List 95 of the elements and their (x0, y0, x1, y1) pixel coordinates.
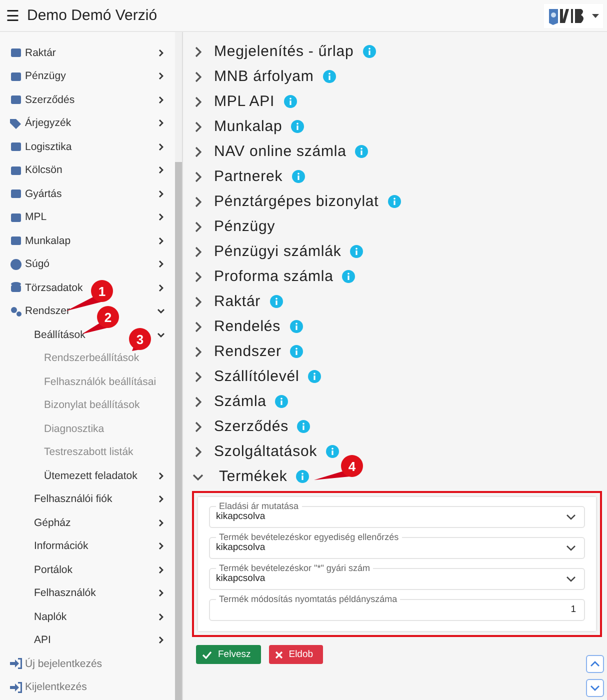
field-label: Termék bevételezéskor "*" gyári szám (218, 563, 371, 573)
chevron-right-icon[interactable] (157, 72, 165, 80)
caret-icon (592, 14, 599, 18)
sidebar-item[interactable]: Kölcsön (25, 164, 62, 176)
scroll-down-button[interactable] (586, 679, 604, 697)
chevron-right-icon[interactable] (157, 518, 165, 527)
sidebar-item[interactable]: Rendszer (25, 305, 70, 318)
field-label: Termék bevételezéskor egyediség ellenőrzés (218, 532, 400, 542)
chevron-right-icon[interactable] (157, 566, 165, 574)
section-title[interactable]: Rendelés (214, 318, 281, 335)
chevron-right-icon[interactable] (157, 260, 165, 268)
sidebar-item[interactable]: Kijelentkezés (25, 681, 87, 694)
chevron-right-icon[interactable] (157, 636, 165, 644)
scroll-up-button[interactable] (586, 655, 604, 673)
chevron-right-icon[interactable] (157, 284, 165, 292)
sidebar-item[interactable]: Naplók (34, 610, 67, 623)
chevron-right-icon[interactable] (157, 472, 165, 480)
chevron-up-icon (590, 661, 600, 667)
section-title[interactable]: Pénztárgépes bizonylat (214, 193, 379, 210)
sidebar-item[interactable]: Raktár (25, 46, 56, 59)
field-label: Termék módosítás nyomtatás példányszáma (218, 594, 398, 604)
sidebar-item[interactable]: Portálok (34, 564, 73, 576)
callout-badge: 4 (314, 455, 363, 480)
chevron-right-icon[interactable] (157, 542, 165, 550)
chevron-down-icon[interactable] (157, 307, 165, 316)
chevron-right-icon[interactable] (157, 119, 165, 128)
sidebar-item[interactable]: Ütemezett feladatok (44, 470, 138, 482)
sidebar-item[interactable]: Súgó (25, 258, 50, 270)
select-field[interactable]: Eladási ár mutatása kikapcsolva (209, 501, 585, 528)
section-title[interactable]: MNB árfolyam (214, 68, 314, 85)
tag-icon (10, 118, 22, 129)
sidebar-item[interactable]: Szerződés (25, 94, 75, 106)
sidebar-item[interactable]: Felhasználók (34, 587, 96, 600)
select-field[interactable]: Termék bevételezéskor egyediség ellenőrzés kikapcsolva (209, 532, 585, 559)
section-title[interactable]: Szerződés (214, 418, 288, 435)
sidebar-item[interactable]: Gyártás (25, 188, 62, 200)
section-title[interactable]: Rendszer (214, 343, 282, 360)
chevron-right-icon[interactable] (157, 213, 165, 222)
field-value: kikapcsolva (216, 573, 266, 584)
sidebar-item[interactable]: Árjegyzék (25, 117, 72, 130)
section-title[interactable]: NAV online számla (214, 143, 346, 160)
section-title[interactable]: Pénzügyi számlák (214, 243, 342, 260)
sidebar-item[interactable]: Felhasználói fiók (34, 493, 112, 506)
section-title[interactable]: Számla (214, 393, 266, 410)
discard-button[interactable]: Eldob (268, 645, 324, 664)
scrollbar[interactable] (175, 32, 182, 700)
chevron-right-icon[interactable] (157, 612, 165, 621)
database-icon (10, 282, 22, 294)
chevron-down-icon[interactable] (157, 330, 165, 339)
chevron-down-icon (566, 576, 576, 582)
chevron-right-icon[interactable] (157, 142, 165, 151)
section-title[interactable]: Proforma számla (214, 268, 334, 285)
sign-in-icon (10, 658, 22, 670)
chevron-right-icon[interactable] (157, 589, 165, 598)
chevron-right-icon[interactable] (157, 190, 165, 198)
chevron-down-icon (566, 514, 576, 520)
sidebar-item[interactable]: Törzsadatok (25, 282, 83, 294)
sidebar-item[interactable]: API (34, 634, 51, 646)
sidebar-item[interactable]: Pénzügy (25, 70, 66, 82)
sidebar-item[interactable]: Munkalap (25, 234, 71, 247)
sign-in-icon (10, 682, 22, 693)
chevron-right-icon[interactable] (157, 495, 165, 504)
callout-badge: 3 (129, 328, 151, 351)
section-title[interactable]: Munkalap (214, 118, 282, 135)
field-value: 1 (570, 604, 576, 615)
chevron-right-icon[interactable] (157, 48, 165, 57)
app-title: Demo Demó Verzió (27, 7, 158, 24)
section-title[interactable]: Termékek (219, 468, 288, 485)
sidebar-item[interactable]: Új bejelentkezés (25, 658, 102, 670)
menu-icon[interactable]: ☰ (6, 6, 19, 24)
chevron-down-icon (590, 685, 600, 691)
chevron-right-icon[interactable] (157, 166, 165, 174)
callout-badge: 2 (82, 306, 119, 334)
section-title[interactable]: Pénzügy (214, 218, 276, 235)
field-value: kikapcsolva (216, 511, 266, 522)
sidebar-item[interactable]: Információk (34, 540, 88, 552)
logo-dropdown[interactable] (544, 4, 603, 28)
section-title[interactable]: MPL API (214, 93, 275, 110)
section-title[interactable]: Megjelenítés - űrlap (214, 43, 354, 60)
number-field[interactable]: Termék módosítás nyomtatás példányszáma 1 (209, 594, 585, 621)
section-title[interactable]: Raktár (214, 293, 261, 310)
section-title[interactable]: Szállítólevél (214, 368, 300, 385)
section-title[interactable]: Partnerek (214, 168, 283, 185)
close-icon (274, 650, 283, 658)
sidebar-item[interactable]: MPL (25, 211, 47, 224)
field-value: kikapcsolva (216, 542, 266, 553)
select-field[interactable]: Termék bevételezéskor "*" gyári szám kikapcsolva (209, 563, 585, 590)
check-icon (202, 650, 212, 658)
chevron-right-icon[interactable] (157, 236, 165, 245)
field-label: Eladási ár mutatása (218, 501, 300, 511)
sidebar-item[interactable]: Gépház (34, 516, 71, 529)
chevron-right-icon[interactable] (157, 96, 165, 104)
add-button[interactable]: Felvesz (196, 645, 261, 664)
chevron-down-icon (566, 544, 576, 550)
sidebar-item[interactable]: Logisztika (25, 140, 72, 153)
